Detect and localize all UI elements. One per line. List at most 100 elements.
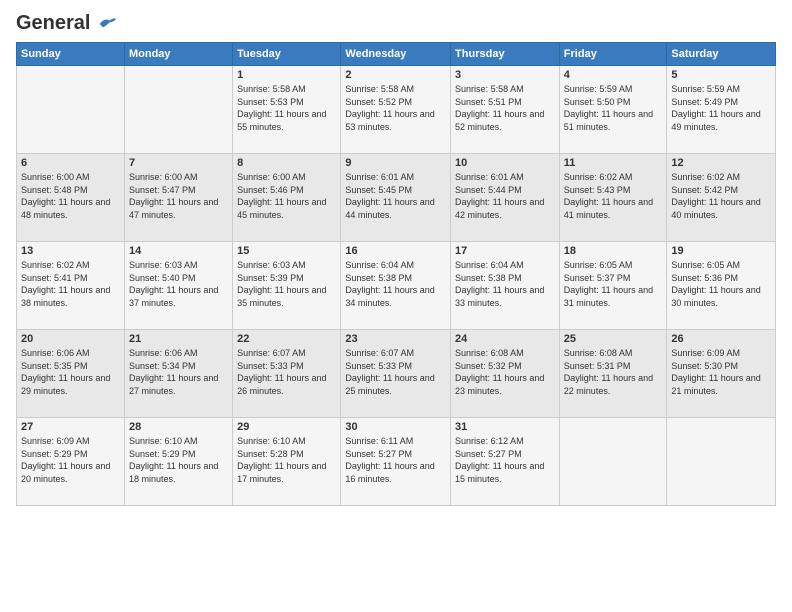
day-info: Sunrise: 5:58 AM Sunset: 5:51 PM Dayligh… (455, 83, 555, 133)
calendar-cell (667, 418, 776, 506)
day-number: 6 (21, 157, 120, 169)
calendar-cell: 28 Sunrise: 6:10 AM Sunset: 5:29 PM Dayli… (124, 418, 232, 506)
calendar-week-row: 27 Sunrise: 6:09 AM Sunset: 5:29 PM Dayli… (17, 418, 776, 506)
day-info: Sunrise: 6:05 AM Sunset: 5:36 PM Dayligh… (671, 259, 771, 309)
calendar-cell: 16Sunrise: 6:04 AM Sunset: 5:38 PM Dayli… (341, 242, 451, 330)
calendar-cell: 29 Sunrise: 6:10 AM Sunset: 5:28 PM Dayli… (233, 418, 341, 506)
calendar-cell: 30 Sunrise: 6:11 AM Sunset: 5:27 PM Dayli… (341, 418, 451, 506)
day-info: Sunrise: 6:04 AM Sunset: 5:38 PM Dayligh… (345, 259, 446, 309)
day-number: 28 (129, 421, 228, 433)
day-number: 5 (671, 69, 771, 81)
day-info: Sunrise: 5:58 AM Sunset: 5:53 PM Dayligh… (237, 83, 336, 133)
day-info: Sunrise: 6:11 AM Sunset: 5:27 PM Dayligh… (345, 435, 446, 485)
day-number: 4 (564, 69, 663, 81)
calendar-week-row: 1 Sunrise: 5:58 AM Sunset: 5:53 PM Daylig… (17, 66, 776, 154)
calendar-cell: 4 Sunrise: 5:59 AM Sunset: 5:50 PM Daylig… (559, 66, 667, 154)
calendar-cell (124, 66, 232, 154)
calendar-cell: 19 Sunrise: 6:05 AM Sunset: 5:36 PM Dayli… (667, 242, 776, 330)
header: General (16, 12, 776, 34)
calendar-cell: 31 Sunrise: 6:12 AM Sunset: 5:27 PM Dayli… (451, 418, 560, 506)
day-info: Sunrise: 5:59 AM Sunset: 5:49 PM Dayligh… (671, 83, 771, 133)
day-number: 18 (564, 245, 663, 257)
weekday-header: Monday (124, 43, 232, 66)
day-number: 10 (455, 157, 555, 169)
calendar-cell: 10 Sunrise: 6:01 AM Sunset: 5:44 PM Dayli… (451, 154, 560, 242)
day-number: 19 (671, 245, 771, 257)
calendar-cell: 21 Sunrise: 6:06 AM Sunset: 5:34 PM Dayli… (124, 330, 232, 418)
calendar-week-row: 13 Sunrise: 6:02 AM Sunset: 5:41 PM Dayli… (17, 242, 776, 330)
day-info: Sunrise: 6:02 AM Sunset: 5:41 PM Dayligh… (21, 259, 120, 309)
calendar-cell: 13 Sunrise: 6:02 AM Sunset: 5:41 PM Dayli… (17, 242, 125, 330)
calendar-cell: 14 Sunrise: 6:03 AM Sunset: 5:40 PM Dayli… (124, 242, 232, 330)
calendar-cell: 3 Sunrise: 5:58 AM Sunset: 5:51 PM Daylig… (451, 66, 560, 154)
calendar-cell: 22 Sunrise: 6:07 AM Sunset: 5:33 PM Dayli… (233, 330, 341, 418)
day-info: Sunrise: 6:06 AM Sunset: 5:34 PM Dayligh… (129, 347, 228, 397)
day-number: 29 (237, 421, 336, 433)
calendar-cell: 17Sunrise: 6:04 AM Sunset: 5:38 PM Dayli… (451, 242, 560, 330)
day-info: Sunrise: 6:00 AM Sunset: 5:46 PM Dayligh… (237, 171, 336, 221)
calendar-cell: 24 Sunrise: 6:08 AM Sunset: 5:32 PM Dayli… (451, 330, 560, 418)
day-info: Sunrise: 6:05 AM Sunset: 5:37 PM Dayligh… (564, 259, 663, 309)
calendar-week-row: 20Sunrise: 6:06 AM Sunset: 5:35 PM Dayli… (17, 330, 776, 418)
day-info: Sunrise: 6:09 AM Sunset: 5:30 PM Dayligh… (671, 347, 771, 397)
day-info: Sunrise: 6:07 AM Sunset: 5:33 PM Dayligh… (237, 347, 336, 397)
day-info: Sunrise: 6:09 AM Sunset: 5:29 PM Dayligh… (21, 435, 120, 485)
day-number: 14 (129, 245, 228, 257)
day-info: Sunrise: 6:08 AM Sunset: 5:31 PM Dayligh… (564, 347, 663, 397)
day-number: 30 (345, 421, 446, 433)
day-info: Sunrise: 6:03 AM Sunset: 5:40 PM Dayligh… (129, 259, 228, 309)
day-number: 22 (237, 333, 336, 345)
calendar-week-row: 6 Sunrise: 6:00 AM Sunset: 5:48 PM Daylig… (17, 154, 776, 242)
calendar-cell: 27 Sunrise: 6:09 AM Sunset: 5:29 PM Dayli… (17, 418, 125, 506)
day-info: Sunrise: 6:01 AM Sunset: 5:44 PM Dayligh… (455, 171, 555, 221)
logo-text-general: General (16, 12, 90, 34)
day-number: 27 (21, 421, 120, 433)
day-number: 31 (455, 421, 555, 433)
weekday-header: Saturday (667, 43, 776, 66)
calendar-cell: 7 Sunrise: 6:00 AM Sunset: 5:47 PM Daylig… (124, 154, 232, 242)
day-info: Sunrise: 5:58 AM Sunset: 5:52 PM Dayligh… (345, 83, 446, 133)
calendar-page: General SundayMondayTuesdayWednesdayThur… (0, 0, 792, 612)
day-number: 23 (345, 333, 446, 345)
day-info: Sunrise: 6:10 AM Sunset: 5:29 PM Dayligh… (129, 435, 228, 485)
calendar-cell: 2Sunrise: 5:58 AM Sunset: 5:52 PM Daylig… (341, 66, 451, 154)
day-number: 13 (21, 245, 120, 257)
day-number: 7 (129, 157, 228, 169)
calendar-cell (559, 418, 667, 506)
day-number: 12 (671, 157, 771, 169)
day-info: Sunrise: 6:10 AM Sunset: 5:28 PM Dayligh… (237, 435, 336, 485)
day-info: Sunrise: 6:06 AM Sunset: 5:35 PM Dayligh… (21, 347, 120, 397)
calendar-cell: 8 Sunrise: 6:00 AM Sunset: 5:46 PM Daylig… (233, 154, 341, 242)
day-info: Sunrise: 6:08 AM Sunset: 5:32 PM Dayligh… (455, 347, 555, 397)
day-info: Sunrise: 5:59 AM Sunset: 5:50 PM Dayligh… (564, 83, 663, 133)
calendar-header-row: SundayMondayTuesdayWednesdayThursdayFrid… (17, 43, 776, 66)
day-info: Sunrise: 6:04 AM Sunset: 5:38 PM Dayligh… (455, 259, 555, 309)
calendar-cell (17, 66, 125, 154)
calendar-cell: 12 Sunrise: 6:02 AM Sunset: 5:42 PM Dayli… (667, 154, 776, 242)
day-info: Sunrise: 6:12 AM Sunset: 5:27 PM Dayligh… (455, 435, 555, 485)
day-number: 1 (237, 69, 336, 81)
calendar-table: SundayMondayTuesdayWednesdayThursdayFrid… (16, 42, 776, 506)
day-info: Sunrise: 6:01 AM Sunset: 5:45 PM Dayligh… (345, 171, 446, 221)
day-number: 24 (455, 333, 555, 345)
day-number: 3 (455, 69, 555, 81)
calendar-cell: 5 Sunrise: 5:59 AM Sunset: 5:49 PM Daylig… (667, 66, 776, 154)
day-number: 11 (564, 157, 663, 169)
calendar-cell: 6 Sunrise: 6:00 AM Sunset: 5:48 PM Daylig… (17, 154, 125, 242)
calendar-cell: 26Sunrise: 6:09 AM Sunset: 5:30 PM Dayli… (667, 330, 776, 418)
calendar-cell: 23 Sunrise: 6:07 AM Sunset: 5:33 PM Dayli… (341, 330, 451, 418)
day-number: 25 (564, 333, 663, 345)
day-number: 15 (237, 245, 336, 257)
calendar-cell: 20Sunrise: 6:06 AM Sunset: 5:35 PM Dayli… (17, 330, 125, 418)
day-number: 21 (129, 333, 228, 345)
day-info: Sunrise: 6:00 AM Sunset: 5:48 PM Dayligh… (21, 171, 120, 221)
day-info: Sunrise: 6:00 AM Sunset: 5:47 PM Dayligh… (129, 171, 228, 221)
calendar-cell: 9Sunrise: 6:01 AM Sunset: 5:45 PM Daylig… (341, 154, 451, 242)
day-info: Sunrise: 6:03 AM Sunset: 5:39 PM Dayligh… (237, 259, 336, 309)
weekday-header: Thursday (451, 43, 560, 66)
day-number: 8 (237, 157, 336, 169)
day-info: Sunrise: 6:02 AM Sunset: 5:42 PM Dayligh… (671, 171, 771, 221)
calendar-cell: 15 Sunrise: 6:03 AM Sunset: 5:39 PM Dayli… (233, 242, 341, 330)
day-info: Sunrise: 6:07 AM Sunset: 5:33 PM Dayligh… (345, 347, 446, 397)
weekday-header: Sunday (17, 43, 125, 66)
